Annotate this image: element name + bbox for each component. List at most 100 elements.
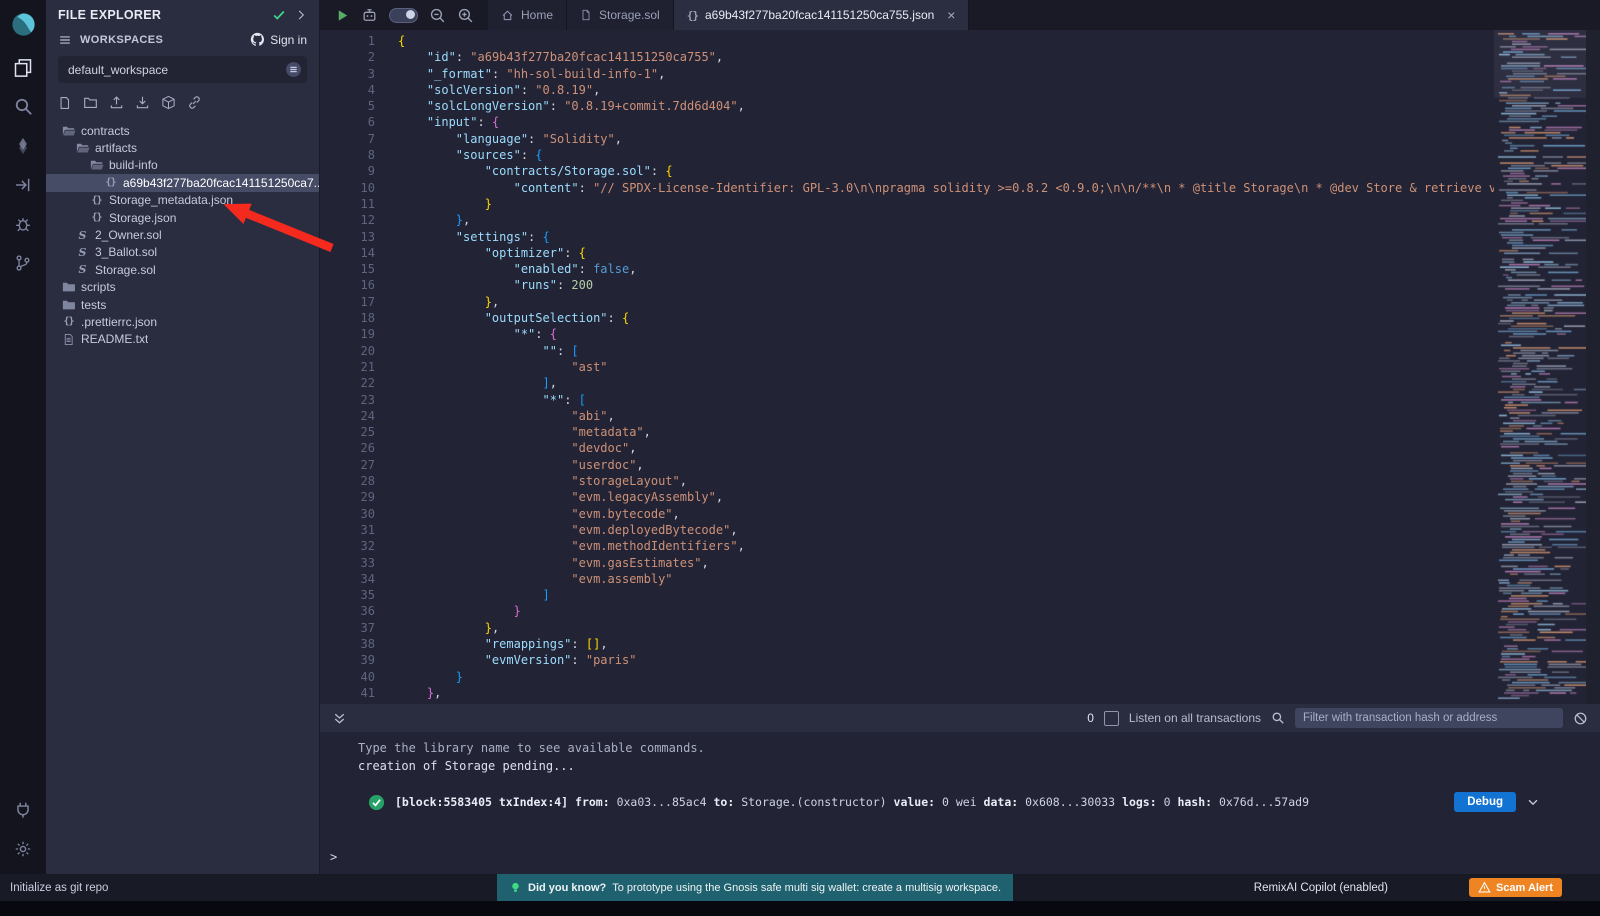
scam-alert-label: Scam Alert — [1496, 882, 1553, 894]
code-line: 16 "runs": 200 — [320, 277, 1494, 293]
home-icon — [501, 9, 514, 22]
file-explorer-icon[interactable] — [0, 48, 46, 87]
run-script-button[interactable] — [335, 8, 350, 23]
tree-item[interactable]: contracts — [46, 122, 319, 139]
file-name: scripts — [81, 280, 116, 294]
tree-item[interactable]: README.txt — [46, 331, 319, 348]
tree-item[interactable]: {}Storage_metadata.json — [46, 192, 319, 209]
line-number: 1 — [320, 33, 398, 49]
sign-in-button[interactable]: Sign in — [250, 32, 307, 47]
file-name: a69b43f277ba20fcac141151250ca7... — [123, 176, 319, 190]
git-init-button[interactable]: Initialize as git repo — [10, 874, 108, 901]
line-number: 12 — [320, 212, 398, 228]
line-number: 16 — [320, 277, 398, 293]
terminal[interactable]: Type the library name to see available c… — [320, 732, 1600, 874]
debug-button[interactable]: Debug — [1454, 792, 1516, 812]
line-number: 3 — [320, 66, 398, 82]
zoom-out-icon[interactable] — [429, 7, 446, 24]
tip-bold: Did you know? — [528, 882, 606, 894]
folder-open-icon — [60, 124, 77, 138]
tx-count-badge: 0 — [1087, 711, 1094, 725]
tree-item[interactable]: build-info — [46, 157, 319, 174]
tree-item[interactable]: {}a69b43f277ba20fcac141151250ca7... — [46, 174, 319, 191]
workspace-name: default_workspace — [68, 63, 168, 77]
code-line: 36 } — [320, 603, 1494, 619]
workspace-select[interactable]: default_workspace — [58, 56, 307, 83]
copilot-status[interactable]: RemixAI Copilot (enabled) — [1254, 874, 1388, 901]
tree-item[interactable]: artifacts — [46, 139, 319, 156]
remix-ide-window: FILE EXPLORER WORKSPACES Sign in default… — [0, 0, 1600, 916]
tab-label: Home — [521, 8, 553, 22]
workspace-menu-icon[interactable] — [285, 61, 302, 78]
solidity-compiler-icon[interactable] — [0, 126, 46, 165]
code-line: 14 "optimizer": { — [320, 245, 1494, 261]
line-number: 2 — [320, 49, 398, 65]
line-number: 14 — [320, 245, 398, 261]
line-number: 11 — [320, 196, 398, 212]
tree-item[interactable]: S2_Owner.sol — [46, 226, 319, 243]
editor-scrollbar[interactable] — [1586, 30, 1600, 704]
line-number: 31 — [320, 522, 398, 538]
import-icon[interactable] — [135, 95, 150, 110]
line-number: 21 — [320, 359, 398, 375]
chevron-right-icon[interactable] — [295, 9, 307, 21]
tab-storage-sol[interactable]: Storage.sol — [567, 0, 674, 30]
tab-home[interactable]: Home — [488, 0, 567, 30]
terminal-prompt[interactable]: > — [330, 850, 337, 866]
code-line: 10 "content": "// SPDX-License-Identifie… — [320, 180, 1494, 196]
block-icon[interactable] — [1573, 711, 1588, 726]
terminal-search-icon — [1271, 711, 1285, 725]
new-file-icon[interactable] — [58, 96, 72, 110]
tree-item[interactable]: SStorage.sol — [46, 261, 319, 278]
transaction-row[interactable]: [block:5583405 txIndex:4] from: 0xa03...… — [368, 790, 1540, 814]
terminal-toolbar: 0 Listen on all transactions — [320, 704, 1600, 732]
lightbulb-icon — [509, 881, 522, 894]
tree-item[interactable]: {}Storage.json — [46, 209, 319, 226]
code-line: 39 "evmVersion": "paris" — [320, 652, 1494, 668]
code-line: 17 }, — [320, 294, 1494, 310]
code-line: 40 } — [320, 669, 1494, 685]
tree-item[interactable]: {}.prettierrc.json — [46, 313, 319, 330]
plugin-manager-icon[interactable] — [0, 790, 46, 829]
git-icon[interactable] — [0, 243, 46, 282]
code-line: 33 "evm.gasEstimates", — [320, 555, 1494, 571]
code-line: 2 "id": "a69b43f277ba20fcac141151250ca75… — [320, 49, 1494, 65]
tree-item[interactable]: S3_Ballot.sol — [46, 244, 319, 261]
workspace-ok-icon — [272, 8, 286, 22]
cube-icon[interactable] — [161, 95, 176, 110]
tx-expand-caret-icon[interactable] — [1526, 795, 1540, 809]
minimap[interactable] — [1494, 30, 1586, 704]
link-icon[interactable] — [187, 95, 202, 110]
debugger-icon[interactable] — [0, 204, 46, 243]
tab-a69b43f277ba20fcac141151250ca755-json[interactable]: {}a69b43f277ba20fcac141151250ca755.json× — [674, 0, 970, 30]
new-folder-icon[interactable] — [83, 95, 98, 110]
code-line: 7 "language": "Solidity", — [320, 131, 1494, 147]
zoom-in-icon[interactable] — [457, 7, 474, 24]
terminal-line: creation of Storage pending... — [358, 759, 705, 775]
close-icon[interactable]: × — [947, 7, 955, 23]
remix-logo[interactable] — [0, 0, 46, 48]
terminal-expand-icon[interactable] — [332, 711, 347, 726]
line-number: 26 — [320, 440, 398, 456]
code-editor[interactable]: 1{2 "id": "a69b43f277ba20fcac141151250ca… — [320, 30, 1600, 704]
settings-icon[interactable] — [0, 829, 46, 868]
sol-icon: S — [74, 229, 91, 242]
tree-item[interactable]: scripts — [46, 279, 319, 296]
deploy-run-icon[interactable] — [0, 165, 46, 204]
scam-alert-button[interactable]: Scam Alert — [1469, 878, 1562, 897]
hamburger-icon[interactable] — [58, 33, 72, 47]
code-line: 38 "remappings": [], — [320, 636, 1494, 652]
code-line: 11 } — [320, 196, 1494, 212]
file-name: Storage_metadata.json — [109, 193, 233, 207]
line-number: 19 — [320, 326, 398, 342]
listen-checkbox[interactable] — [1104, 711, 1119, 726]
tree-item[interactable]: tests — [46, 296, 319, 313]
search-icon[interactable] — [0, 87, 46, 126]
sol-icon: S — [74, 246, 91, 259]
line-number: 33 — [320, 555, 398, 571]
upload-file-icon[interactable] — [109, 95, 124, 110]
line-number: 15 — [320, 261, 398, 277]
file-name: Storage.json — [109, 211, 176, 225]
transaction-filter-input[interactable] — [1295, 708, 1563, 728]
ai-copilot-toggle[interactable] — [389, 8, 418, 23]
